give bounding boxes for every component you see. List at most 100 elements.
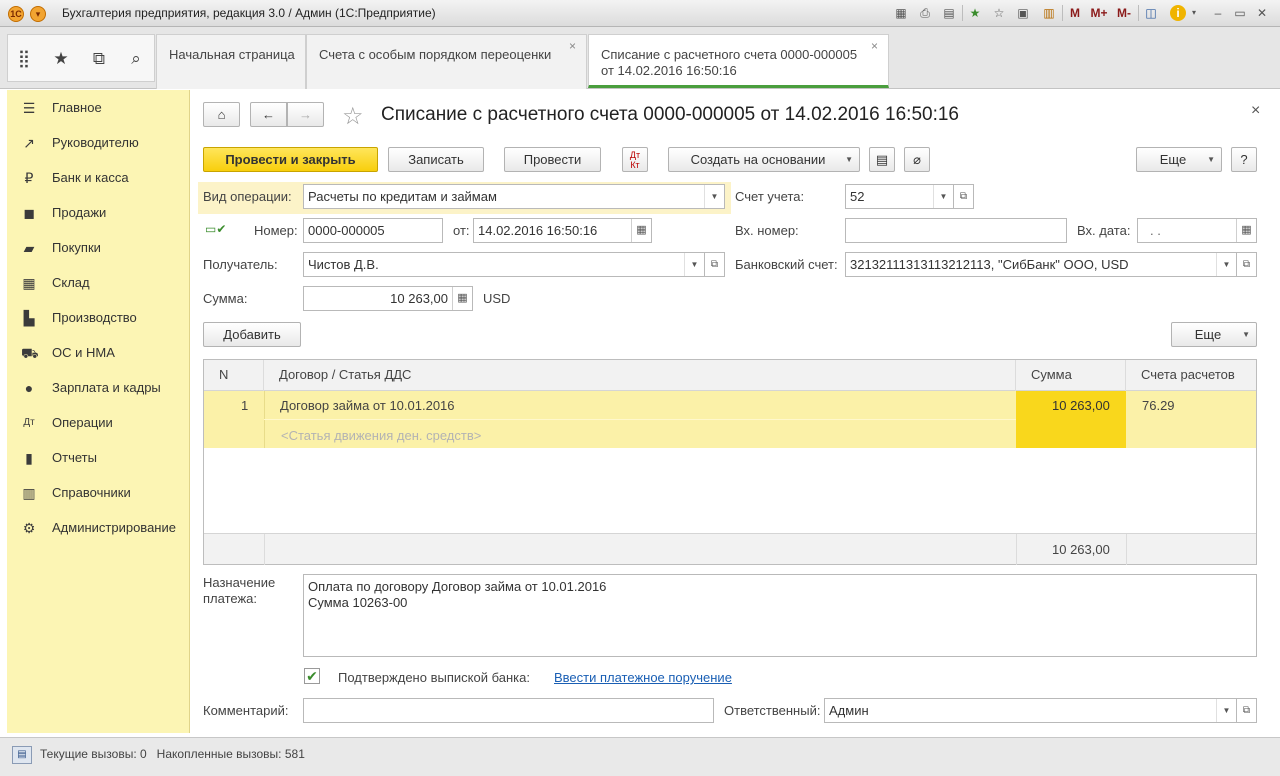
row-dds-placeholder[interactable]: <Статья движения ден. средств> xyxy=(281,428,481,443)
monitor-icon[interactable]: ▤ xyxy=(12,746,32,764)
app-1c-icon[interactable]: 1С xyxy=(8,6,24,22)
calendar-icon[interactable]: ▥ xyxy=(1041,4,1057,22)
column-sum[interactable]: Сумма xyxy=(1016,360,1126,391)
star-icon[interactable]: ☆ xyxy=(342,102,364,131)
sum-field[interactable]: 10 263,00 ▦ xyxy=(303,286,473,311)
favorites-add-icon[interactable]: ★ xyxy=(967,4,983,22)
chevron-down-icon[interactable]: ▼ xyxy=(933,185,953,208)
cart-icon: ▰ xyxy=(23,240,35,256)
row-accounts[interactable]: 76.29 xyxy=(1142,398,1175,413)
sidebar-item-main[interactable]: ☰ Главное xyxy=(7,93,190,123)
panels-icon[interactable]: ◫ xyxy=(1143,4,1159,22)
comment-field[interactable] xyxy=(303,698,714,723)
sidebar-item-bank-cash[interactable]: ₽ Банк и касса xyxy=(7,163,190,193)
chevron-down-icon: ▼ xyxy=(1242,330,1250,339)
sidebar-item-manager[interactable]: ↗ Руководителю xyxy=(7,128,190,158)
memory-plus-button[interactable]: M+ xyxy=(1088,4,1110,22)
op-type-select[interactable]: Расчеты по кредитам и займам ▼ xyxy=(303,184,725,209)
add-row-button[interactable]: Добавить xyxy=(203,322,301,347)
purpose-label-line1: Назначение xyxy=(203,575,276,590)
number-field[interactable]: 0000-000005 xyxy=(303,218,443,243)
column-accounts[interactable]: Счета расчетов xyxy=(1126,360,1256,391)
recipient-select[interactable]: Чистов Д.В. ▼ xyxy=(303,252,705,277)
sidebar-item-purchases[interactable]: ▰ Покупки xyxy=(7,233,190,263)
forward-button[interactable]: → xyxy=(287,102,324,127)
minimize-icon[interactable]: – xyxy=(1210,4,1226,22)
print-icon[interactable]: ⎙ xyxy=(917,4,933,22)
in-number-field[interactable] xyxy=(845,218,1067,243)
table-more-button[interactable]: Еще ▼ xyxy=(1171,322,1257,347)
sidebar-item-fixed-assets[interactable]: ⛟ ОС и НМА xyxy=(7,338,190,368)
close-icon[interactable]: × xyxy=(569,39,576,53)
table-row[interactable]: 1 Договор займа от 10.01.2016 <Статья дв… xyxy=(204,391,1256,448)
confirmed-label: Подтверждено выпиской банка: xyxy=(338,670,530,685)
open-responsible-button[interactable]: ⧉ xyxy=(1237,698,1257,723)
in-date-field[interactable]: . . ▦ xyxy=(1137,218,1257,243)
preview-icon[interactable]: ▤ xyxy=(941,4,957,22)
bank-account-label: Банковский счет: xyxy=(735,257,838,272)
tab-revaluation-accounts[interactable]: Счета с особым порядком переоценки × xyxy=(306,34,587,89)
sidebar-item-reports[interactable]: ▮ Отчеты xyxy=(7,443,190,473)
search-icon[interactable]: ⌕ xyxy=(126,49,146,69)
sidebar-item-admin[interactable]: ⚙ Администрирование xyxy=(7,513,190,543)
history-icon[interactable]: ▣ xyxy=(1015,4,1031,22)
open-recipient-button[interactable]: ⧉ xyxy=(705,252,725,277)
memory-minus-button[interactable]: M- xyxy=(1113,4,1135,22)
sidebar-item-operations[interactable]: Дт Операции xyxy=(7,408,190,438)
close-window-icon[interactable]: ✕ xyxy=(1254,4,1270,22)
help-button[interactable]: ? xyxy=(1231,147,1257,172)
dt-kt-button[interactable]: Дт Кт xyxy=(622,147,648,172)
maximize-icon[interactable]: ▭ xyxy=(1232,4,1248,22)
column-contract[interactable]: Договор / Статья ДДС xyxy=(264,360,1016,391)
sidebar-item-salary[interactable]: ● Зарплата и кадры xyxy=(7,373,190,403)
close-icon[interactable]: × xyxy=(871,39,878,53)
tab-write-off-document[interactable]: Списание с расчетного счета 0000-000005 … xyxy=(588,34,889,88)
close-icon[interactable]: × xyxy=(1251,102,1260,120)
chevron-down-icon[interactable]: ▼ xyxy=(1216,253,1236,276)
star-icon[interactable]: ★ xyxy=(51,49,71,69)
back-button[interactable]: ← xyxy=(250,102,287,127)
bank-account-select[interactable]: 32132111313113212113, "СибБанк" ООО, USD… xyxy=(845,252,1237,277)
date-field[interactable]: 14.02.2016 16:50:16 ▦ xyxy=(473,218,652,243)
info-icon[interactable]: i xyxy=(1170,5,1186,21)
chevron-down-icon[interactable]: ▼ xyxy=(1216,699,1236,722)
sidebar-item-warehouse[interactable]: ▦ Склад xyxy=(7,268,190,298)
responsible-value: Админ xyxy=(829,703,869,718)
sum-label: Сумма: xyxy=(203,291,248,306)
chevron-down-icon[interactable]: ▼ xyxy=(684,253,704,276)
confirmed-checkbox[interactable]: ✔ xyxy=(304,668,320,684)
chevron-down-icon[interactable]: ▼ xyxy=(704,185,724,208)
history-icon[interactable]: ⧉ xyxy=(89,49,109,69)
main-menu-icon[interactable]: ▾ xyxy=(30,6,46,22)
currency-label: USD xyxy=(483,291,511,306)
account-select[interactable]: 52 ▼ xyxy=(845,184,954,209)
save-icon[interactable]: ▦ xyxy=(893,4,909,22)
info-dropdown-icon[interactable]: ▾ xyxy=(1189,4,1199,22)
write-button[interactable]: Записать xyxy=(388,147,484,172)
more-button[interactable]: Еще ▼ xyxy=(1136,147,1222,172)
home-button[interactable]: ⌂ xyxy=(203,102,240,127)
calendar-icon[interactable]: ▦ xyxy=(631,219,651,242)
responsible-select[interactable]: Админ ▼ xyxy=(824,698,1237,723)
open-bank-account-button[interactable]: ⧉ xyxy=(1237,252,1257,277)
open-account-button[interactable]: ⧉ xyxy=(954,184,974,209)
favorites-icon[interactable]: ☆ xyxy=(991,4,1007,22)
purpose-textarea[interactable]: Оплата по договору Договор займа от 10.0… xyxy=(303,574,1257,657)
row-contract[interactable]: Договор займа от 10.01.2016 xyxy=(280,398,455,413)
memory-m-button[interactable]: M xyxy=(1067,4,1083,22)
calculator-icon[interactable]: ▦ xyxy=(452,287,472,310)
calendar-icon[interactable]: ▦ xyxy=(1236,219,1256,242)
sidebar-item-references[interactable]: ▥ Справочники xyxy=(7,478,190,508)
payment-order-link[interactable]: Ввести платежное поручение xyxy=(554,670,732,685)
print-button[interactable]: ▤ xyxy=(869,147,895,172)
truck-icon: ⛟ xyxy=(21,345,39,361)
sidebar-item-production[interactable]: ▙ Производство xyxy=(7,303,190,333)
create-based-on-button[interactable]: Создать на основании ▼ xyxy=(668,147,860,172)
post-button[interactable]: Провести xyxy=(504,147,601,172)
attach-button[interactable]: ⌀ xyxy=(904,147,930,172)
post-and-close-button[interactable]: Провести и закрыть xyxy=(203,147,378,172)
sidebar-item-sales[interactable]: ◼ Продажи xyxy=(7,198,190,228)
tab-home[interactable]: Начальная страница xyxy=(156,34,306,89)
grid-menu-icon[interactable]: ⣿ xyxy=(14,49,34,69)
column-n[interactable]: N xyxy=(204,360,264,391)
